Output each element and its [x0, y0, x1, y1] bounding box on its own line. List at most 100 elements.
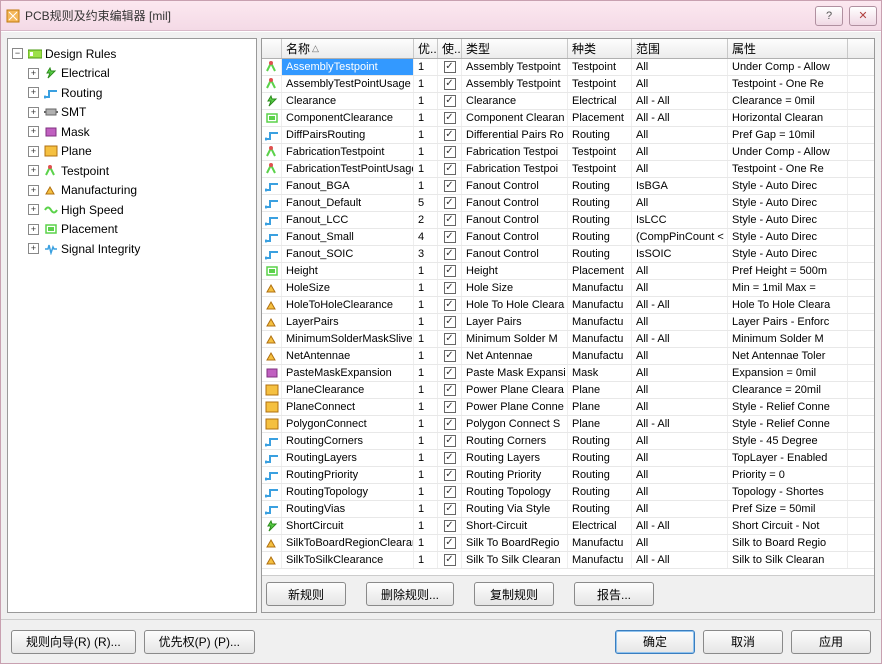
- col-type[interactable]: 类型: [462, 39, 568, 58]
- rule-enabled-cell[interactable]: ✓: [438, 450, 462, 466]
- rule-row[interactable]: AssemblyTestpoint1✓Assembly TestpointTes…: [262, 59, 874, 76]
- rule-enabled-cell[interactable]: ✓: [438, 229, 462, 245]
- rule-row[interactable]: ComponentClearance1✓Component ClearanPla…: [262, 110, 874, 127]
- col-priority[interactable]: 优...: [414, 39, 438, 58]
- checkbox-icon[interactable]: ✓: [444, 95, 456, 107]
- rule-row[interactable]: RoutingTopology1✓Routing TopologyRouting…: [262, 484, 874, 501]
- cancel-button[interactable]: 取消: [703, 630, 783, 654]
- rule-row[interactable]: Fanout_LCC2✓Fanout ControlRoutingIsLCCSt…: [262, 212, 874, 229]
- rule-name-cell[interactable]: FabricationTestPointUsage: [282, 161, 414, 177]
- expand-icon[interactable]: +: [28, 165, 39, 176]
- rule-name-cell[interactable]: Fanout_BGA: [282, 178, 414, 194]
- rule-enabled-cell[interactable]: ✓: [438, 59, 462, 75]
- rule-name-cell[interactable]: PolygonConnect: [282, 416, 414, 432]
- checkbox-icon[interactable]: ✓: [444, 554, 456, 566]
- rule-name-cell[interactable]: MinimumSolderMaskSliver: [282, 331, 414, 347]
- rule-enabled-cell[interactable]: ✓: [438, 433, 462, 449]
- rule-name-cell[interactable]: PlaneClearance: [282, 382, 414, 398]
- rule-enabled-cell[interactable]: ✓: [438, 161, 462, 177]
- expand-icon[interactable]: +: [28, 68, 39, 79]
- checkbox-icon[interactable]: ✓: [444, 367, 456, 379]
- tree-item[interactable]: +High Speed: [28, 201, 124, 219]
- rule-enabled-cell[interactable]: ✓: [438, 518, 462, 534]
- rule-enabled-cell[interactable]: ✓: [438, 144, 462, 160]
- rule-row[interactable]: FabricationTestpoint1✓Fabrication Testpo…: [262, 144, 874, 161]
- rule-name-cell[interactable]: SilkToSilkClearance: [282, 552, 414, 568]
- expand-icon[interactable]: +: [28, 204, 39, 215]
- rule-name-cell[interactable]: AssemblyTestPointUsage: [282, 76, 414, 92]
- rule-name-cell[interactable]: HoleSize: [282, 280, 414, 296]
- rule-name-cell[interactable]: RoutingLayers: [282, 450, 414, 466]
- col-enabled[interactable]: 使...: [438, 39, 462, 58]
- rule-enabled-cell[interactable]: ✓: [438, 314, 462, 330]
- rule-enabled-cell[interactable]: ✓: [438, 535, 462, 551]
- rule-row[interactable]: PolygonConnect1✓Polygon Connect SPlaneAl…: [262, 416, 874, 433]
- rule-name-cell[interactable]: LayerPairs: [282, 314, 414, 330]
- tree-item[interactable]: +Routing: [28, 84, 102, 102]
- rule-row[interactable]: Clearance1✓ClearanceElectricalAll - AllC…: [262, 93, 874, 110]
- rule-enabled-cell[interactable]: ✓: [438, 178, 462, 194]
- tree-item[interactable]: +Mask: [28, 123, 90, 141]
- checkbox-icon[interactable]: ✓: [444, 503, 456, 515]
- rule-name-cell[interactable]: Height: [282, 263, 414, 279]
- rule-row[interactable]: SilkToSilkClearance1✓Silk To Silk Cleara…: [262, 552, 874, 569]
- rule-enabled-cell[interactable]: ✓: [438, 484, 462, 500]
- tree-item[interactable]: +Electrical: [28, 64, 110, 82]
- rule-enabled-cell[interactable]: ✓: [438, 127, 462, 143]
- delete-rule-button[interactable]: 删除规则...: [366, 582, 454, 606]
- rule-row[interactable]: Fanout_Small4✓Fanout ControlRouting(Comp…: [262, 229, 874, 246]
- tree-item[interactable]: +SMT: [28, 103, 86, 121]
- rule-row[interactable]: RoutingVias1✓Routing Via StyleRoutingAll…: [262, 501, 874, 518]
- rule-name-cell[interactable]: Fanout_SOIC: [282, 246, 414, 262]
- col-scope[interactable]: 范围: [632, 39, 728, 58]
- collapse-icon[interactable]: −: [12, 48, 23, 59]
- priority-button[interactable]: 优先权(P) (P)...: [144, 630, 255, 654]
- rule-enabled-cell[interactable]: ✓: [438, 399, 462, 415]
- help-button[interactable]: ?: [815, 6, 843, 26]
- rules-tree[interactable]: − Design Rules +Electrical+Routing+SMT+M…: [10, 43, 254, 258]
- checkbox-icon[interactable]: ✓: [444, 78, 456, 90]
- checkbox-icon[interactable]: ✓: [444, 299, 456, 311]
- checkbox-icon[interactable]: ✓: [444, 537, 456, 549]
- rule-name-cell[interactable]: RoutingPriority: [282, 467, 414, 483]
- expand-icon[interactable]: +: [28, 87, 39, 98]
- checkbox-icon[interactable]: ✓: [444, 486, 456, 498]
- checkbox-icon[interactable]: ✓: [444, 163, 456, 175]
- rule-name-cell[interactable]: FabricationTestpoint: [282, 144, 414, 160]
- checkbox-icon[interactable]: ✓: [444, 452, 456, 464]
- rule-name-cell[interactable]: AssemblyTestpoint: [282, 59, 414, 75]
- checkbox-icon[interactable]: ✓: [444, 61, 456, 73]
- rules-tree-panel[interactable]: − Design Rules +Electrical+Routing+SMT+M…: [7, 38, 257, 613]
- grid-header[interactable]: 名称△ 优... 使... 类型 种类 范围 属性: [262, 39, 874, 59]
- checkbox-icon[interactable]: ✓: [444, 231, 456, 243]
- rule-row[interactable]: Fanout_BGA1✓Fanout ControlRoutingIsBGASt…: [262, 178, 874, 195]
- rule-name-cell[interactable]: Fanout_Default: [282, 195, 414, 211]
- checkbox-icon[interactable]: ✓: [444, 333, 456, 345]
- rule-row[interactable]: DiffPairsRouting1✓Differential Pairs RoR…: [262, 127, 874, 144]
- rule-enabled-cell[interactable]: ✓: [438, 195, 462, 211]
- grid-body[interactable]: AssemblyTestpoint1✓Assembly TestpointTes…: [262, 59, 874, 575]
- ok-button[interactable]: 确定: [615, 630, 695, 654]
- rule-row[interactable]: HoleSize1✓Hole SizeManufactuAllMin = 1mi…: [262, 280, 874, 297]
- rule-name-cell[interactable]: Clearance: [282, 93, 414, 109]
- expand-icon[interactable]: +: [28, 243, 39, 254]
- rule-name-cell[interactable]: HoleToHoleClearance: [282, 297, 414, 313]
- rule-name-cell[interactable]: ShortCircuit: [282, 518, 414, 534]
- tree-item[interactable]: +Plane: [28, 142, 92, 160]
- rule-row[interactable]: FabricationTestPointUsage1✓Fabrication T…: [262, 161, 874, 178]
- rule-name-cell[interactable]: NetAntennae: [282, 348, 414, 364]
- checkbox-icon[interactable]: ✓: [444, 129, 456, 141]
- expand-icon[interactable]: +: [28, 107, 39, 118]
- checkbox-icon[interactable]: ✓: [444, 265, 456, 277]
- tree-item[interactable]: +Signal Integrity: [28, 240, 140, 258]
- rule-name-cell[interactable]: PasteMaskExpansion: [282, 365, 414, 381]
- report-button[interactable]: 报告...: [574, 582, 654, 606]
- checkbox-icon[interactable]: ✓: [444, 469, 456, 481]
- checkbox-icon[interactable]: ✓: [444, 401, 456, 413]
- rule-row[interactable]: HoleToHoleClearance1✓Hole To Hole Cleara…: [262, 297, 874, 314]
- apply-button[interactable]: 应用: [791, 630, 871, 654]
- rule-row[interactable]: Fanout_SOIC3✓Fanout ControlRoutingIsSOIC…: [262, 246, 874, 263]
- rule-enabled-cell[interactable]: ✓: [438, 331, 462, 347]
- rule-name-cell[interactable]: Fanout_LCC: [282, 212, 414, 228]
- rule-enabled-cell[interactable]: ✓: [438, 297, 462, 313]
